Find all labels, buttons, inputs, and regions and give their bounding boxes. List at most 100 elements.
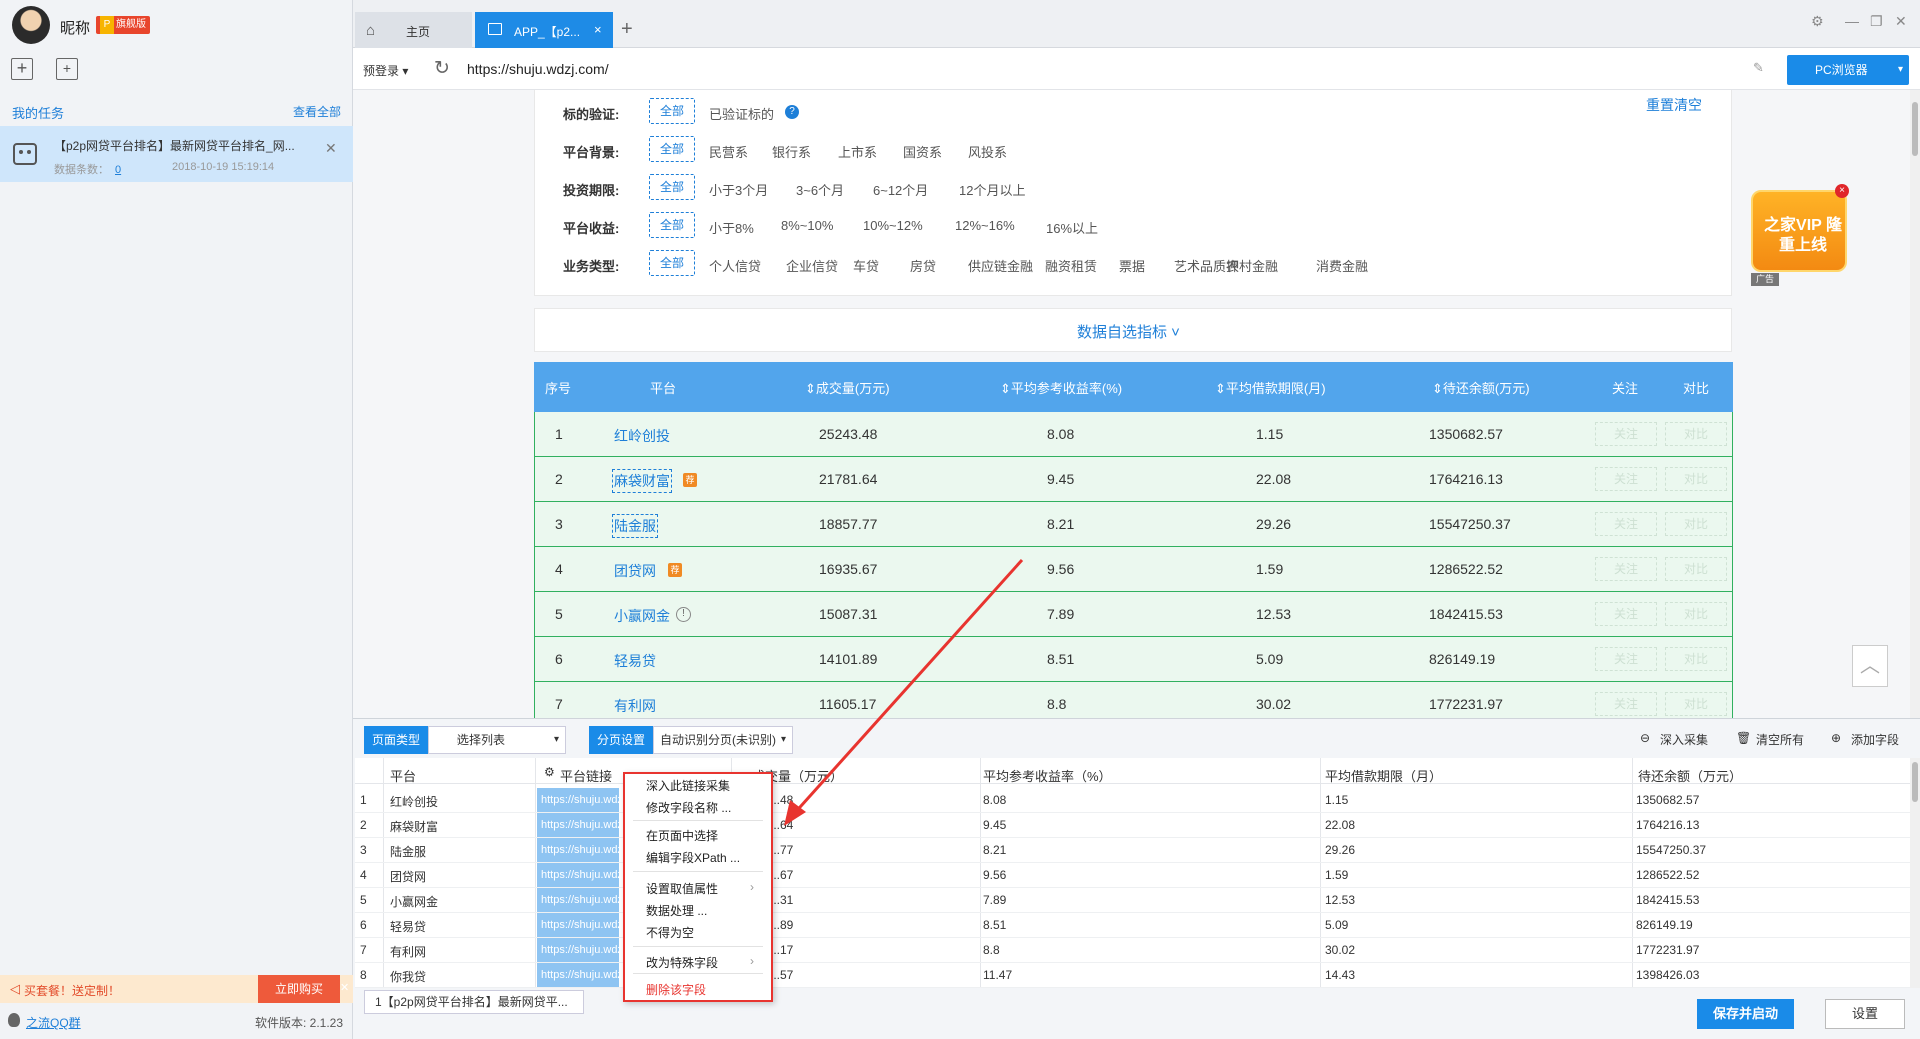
platform-name-link[interactable]: 红岭创投: [614, 426, 670, 446]
avatar[interactable]: [12, 6, 50, 44]
trash-icon[interactable]: 🗑: [1736, 731, 1751, 745]
pc-browser-label[interactable]: PC浏览器: [1815, 63, 1868, 77]
task-item[interactable]: [0, 126, 353, 182]
page-type-select[interactable]: 选择列表 ▾: [428, 726, 566, 754]
grid-cell-platform[interactable]: 你我贷: [390, 968, 426, 985]
pc-browser-button[interactable]: PC浏览器 ▾: [1787, 55, 1909, 85]
grid-cell-balance[interactable]: 15547250.37: [1636, 843, 1706, 857]
grid-cell-balance[interactable]: 1764216.13: [1636, 818, 1699, 832]
platform-name-link[interactable]: 轻易贷: [614, 651, 656, 671]
grid-cell-term[interactable]: 29.26: [1325, 843, 1355, 857]
follow-button[interactable]: 关注: [1595, 467, 1657, 491]
vip-ad-text[interactable]: 之家VIP 隆重上线: [1760, 216, 1846, 256]
compare-button[interactable]: 对比: [1665, 557, 1727, 581]
self-pick-link[interactable]: 数据自选指标 ˅: [1077, 321, 1180, 342]
filter-all-option[interactable]: 全部: [649, 98, 695, 124]
grid-cell-volume[interactable]: ...89: [770, 918, 793, 932]
follow-button[interactable]: 关注: [1595, 692, 1657, 716]
link-icon[interactable]: ⊖: [1640, 731, 1650, 745]
save-and-start-button[interactable]: 保存并启动: [1697, 999, 1794, 1029]
close-window-icon[interactable]: ✕: [1895, 13, 1907, 30]
platform-name-link[interactable]: 团贷网: [614, 561, 656, 581]
grid-cell-balance[interactable]: 1772231.97: [1636, 943, 1699, 957]
context-menu-item[interactable]: 在页面中选择: [646, 827, 718, 844]
restore-icon[interactable]: ❐: [1870, 13, 1883, 30]
grid-cell-term[interactable]: 22.08: [1325, 818, 1355, 832]
filter-option[interactable]: 融资租赁: [1045, 256, 1097, 275]
gear-icon[interactable]: ⚙: [544, 765, 555, 779]
grid-cell-term[interactable]: 14.43: [1325, 968, 1355, 982]
task-count-value[interactable]: 0: [115, 164, 121, 176]
grid-cell-rate[interactable]: 9.56: [983, 868, 1006, 882]
new-folder-icon[interactable]: +: [56, 58, 78, 80]
new-task-icon[interactable]: +: [11, 58, 33, 80]
filter-option[interactable]: 8%~10%: [781, 218, 833, 233]
filter-all-option[interactable]: 全部: [649, 250, 695, 276]
view-all-link[interactable]: 查看全部: [293, 103, 341, 120]
filter-all-option[interactable]: 全部: [649, 212, 695, 238]
filter-option[interactable]: 已验证标的: [709, 104, 774, 123]
follow-button[interactable]: 关注: [1595, 557, 1657, 581]
ranking-header-cell[interactable]: 对比: [1683, 378, 1709, 397]
filter-option[interactable]: 企业信贷: [786, 256, 838, 275]
ranking-header-cell[interactable]: 关注: [1612, 378, 1638, 397]
follow-button[interactable]: 关注: [1595, 422, 1657, 446]
filter-option[interactable]: 小于3个月: [709, 180, 768, 199]
ranking-header-cell[interactable]: ⇕成交量(万元): [805, 378, 890, 397]
qq-group-link[interactable]: 之流QQ群: [26, 1014, 81, 1031]
url-field[interactable]: https://shuju.wdzj.com/: [467, 61, 609, 77]
chevron-down-icon[interactable]: ▾: [1898, 55, 1903, 85]
grid-cell-link[interactable]: https://shuju.wdzj.com: [537, 838, 619, 862]
follow-button[interactable]: 关注: [1595, 647, 1657, 671]
grid-cell-rate[interactable]: 7.89: [983, 893, 1006, 907]
grid-cell-link[interactable]: https://shuju.wdzj.com: [537, 863, 619, 887]
nickname[interactable]: 昵称: [60, 17, 90, 38]
platform-name-link[interactable]: 有利网: [614, 696, 656, 716]
task-close-icon[interactable]: ✕: [325, 140, 337, 157]
filter-option[interactable]: 个人信贷: [709, 256, 761, 275]
grid-cell-rate[interactable]: 8.08: [983, 793, 1006, 807]
promo-close-icon[interactable]: ✕: [340, 981, 349, 994]
filter-option[interactable]: 小于8%: [709, 218, 754, 237]
ad-close-icon[interactable]: ×: [1835, 184, 1849, 198]
grid-cell-platform[interactable]: 团贷网: [390, 868, 426, 885]
add-field-button[interactable]: 添加字段: [1851, 731, 1899, 748]
ranking-header-cell[interactable]: 平台: [650, 378, 676, 397]
grid-cell-rate[interactable]: 11.47: [983, 968, 1012, 982]
compare-button[interactable]: 对比: [1665, 422, 1727, 446]
filter-option[interactable]: 民营系: [709, 142, 748, 161]
filter-option[interactable]: 票据: [1119, 256, 1145, 275]
grid-scrollbar-thumb[interactable]: [1912, 762, 1918, 802]
context-menu-item[interactable]: 编辑字段XPath ...: [646, 849, 740, 866]
chevron-down-icon[interactable]: ▾: [781, 727, 786, 753]
page-type-value[interactable]: 选择列表: [457, 733, 505, 747]
buy-now-button[interactable]: 立即购买: [258, 975, 340, 1003]
filter-option[interactable]: 风投系: [968, 142, 1007, 161]
filter-all-option[interactable]: 全部: [649, 174, 695, 200]
ranking-header-cell[interactable]: ⇕平均参考收益率(%): [1000, 378, 1122, 397]
filter-option[interactable]: 12个月以上: [959, 180, 1025, 199]
filter-option[interactable]: 10%~12%: [863, 218, 923, 233]
platform-name-link[interactable]: 陆金服: [612, 514, 658, 538]
context-menu-item[interactable]: 不得为空: [646, 924, 694, 941]
filter-option[interactable]: 银行系: [772, 142, 811, 161]
compare-button[interactable]: 对比: [1665, 467, 1727, 491]
grid-cell-volume[interactable]: ...57: [770, 968, 793, 982]
grid-cell-volume[interactable]: ...67: [770, 868, 793, 882]
paging-select[interactable]: 自动识别分页(未识别) ▾: [653, 726, 793, 754]
ranking-header-cell[interactable]: ⇕平均借款期限(月): [1215, 378, 1326, 397]
page-scrollbar[interactable]: [1910, 90, 1920, 718]
help-icon[interactable]: ?: [785, 105, 799, 119]
grid-cell-rate[interactable]: 9.45: [983, 818, 1006, 832]
grid-cell-balance[interactable]: 1398426.03: [1636, 968, 1699, 982]
grid-cell-link[interactable]: https://shuju.wdzj.com: [537, 888, 619, 912]
filter-option[interactable]: 3~6个月: [796, 180, 844, 199]
new-tab-button[interactable]: +: [621, 18, 633, 41]
filter-option[interactable]: 6~12个月: [873, 180, 928, 199]
back-to-top-icon[interactable]: ︿: [1852, 645, 1888, 687]
grid-cell-volume[interactable]: ...17: [770, 943, 793, 957]
grid-cell-balance[interactable]: 1350682.57: [1636, 793, 1699, 807]
compare-button[interactable]: 对比: [1665, 692, 1727, 716]
grid-cell-term[interactable]: 30.02: [1325, 943, 1355, 957]
compare-button[interactable]: 对比: [1665, 602, 1727, 626]
